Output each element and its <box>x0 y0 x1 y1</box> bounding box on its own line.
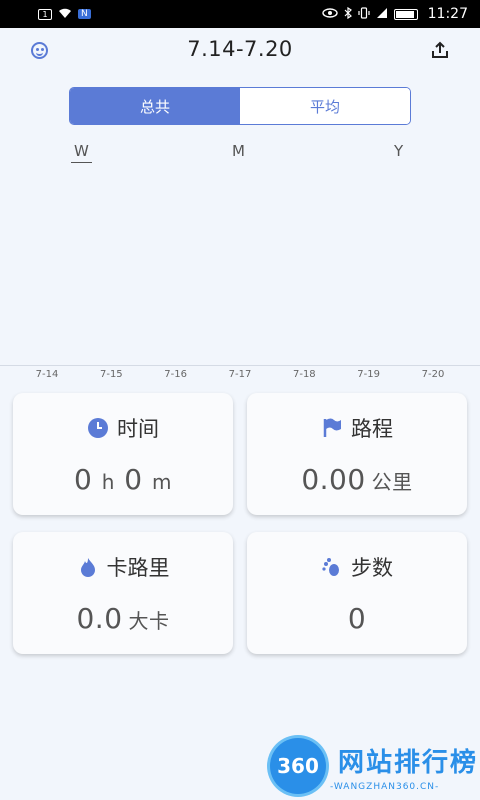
segment-average[interactable]: 平均 <box>240 88 410 124</box>
steps-value: 0 <box>347 602 367 635</box>
status-bar: 1 N 11:27 <box>0 0 480 28</box>
chart-x-label: 7-15 <box>99 369 123 380</box>
steps-card-value: 0 <box>247 602 467 635</box>
time-hours-unit: h <box>101 470 115 494</box>
time-hours: 0 <box>73 463 93 496</box>
notification-badge: N <box>78 9 91 19</box>
watermark-text: 网站排行榜 <box>338 748 479 778</box>
clock-icon <box>87 417 109 439</box>
footprint-icon <box>321 556 343 578</box>
flag-icon <box>321 417 343 439</box>
watermark-subtext: -WANGZHAN360.CN- <box>330 782 440 792</box>
distance-card-title: 路程 <box>247 413 467 443</box>
calories-card-title: 卡路里 <box>13 552 233 582</box>
calories-card[interactable]: 卡路里 0.0 大卡 <box>13 532 233 654</box>
status-time: 11:27 <box>427 6 468 22</box>
total-average-toggle: 总共 平均 <box>69 87 411 125</box>
calories-unit: 大卡 <box>128 609 170 633</box>
battery-icon <box>393 8 418 20</box>
chart-x-labels: 7-14 7-15 7-16 7-17 7-18 7-19 7-20 <box>0 369 480 383</box>
chart-x-label: 7-18 <box>292 369 316 380</box>
chart-x-label: 7-20 <box>421 369 445 380</box>
bluetooth-icon <box>344 6 352 21</box>
distance-card-value: 0.00 公里 <box>247 463 467 496</box>
tab-year[interactable]: Y <box>394 142 403 160</box>
vibrate-icon <box>358 7 370 21</box>
segment-total[interactable]: 总共 <box>70 88 240 124</box>
tab-month[interactable]: M <box>232 142 245 160</box>
calories-card-label: 卡路里 <box>106 556 170 580</box>
distance-card[interactable]: 路程 0.00 公里 <box>247 393 467 515</box>
header: 7.14-7.20 <box>0 28 480 74</box>
chart-x-label: 7-19 <box>357 369 381 380</box>
flame-icon <box>77 556 99 578</box>
time-minutes-unit: m <box>152 470 173 494</box>
eye-icon <box>321 8 338 20</box>
calories-value: 0.0 <box>76 602 123 635</box>
distance-card-label: 路程 <box>351 417 393 441</box>
chart-axis <box>0 365 480 366</box>
time-card-label: 时间 <box>117 417 159 441</box>
distance-unit: 公里 <box>371 470 413 494</box>
distance-value: 0.00 <box>301 463 366 496</box>
steps-card-title: 步数 <box>247 552 467 582</box>
chart-x-label: 7-16 <box>164 369 188 380</box>
page-title: 7.14-7.20 <box>187 37 293 61</box>
weekly-chart <box>0 170 480 366</box>
sim-icon: 1 <box>38 8 52 20</box>
time-card[interactable]: 时间 0 h 0 m <box>13 393 233 515</box>
chart-x-label: 7-17 <box>228 369 252 380</box>
time-card-value: 0 h 0 m <box>13 463 233 496</box>
watermark-circle: 360 <box>270 738 326 794</box>
watermark-logo: 360 网站排行榜 -WANGZHAN360.CN- <box>268 738 480 800</box>
tab-week[interactable]: W <box>71 142 92 163</box>
signal-icon <box>376 7 388 21</box>
time-minutes: 0 <box>124 463 143 496</box>
steps-card[interactable]: 步数 0 <box>247 532 467 654</box>
calories-card-value: 0.0 大卡 <box>13 602 233 635</box>
chart-x-label: 7-14 <box>35 369 59 380</box>
share-icon[interactable] <box>430 40 450 60</box>
time-card-title: 时间 <box>13 413 233 443</box>
period-tabs: W M Y <box>0 142 480 166</box>
wifi-icon <box>58 8 72 21</box>
steps-card-label: 步数 <box>351 556 393 580</box>
